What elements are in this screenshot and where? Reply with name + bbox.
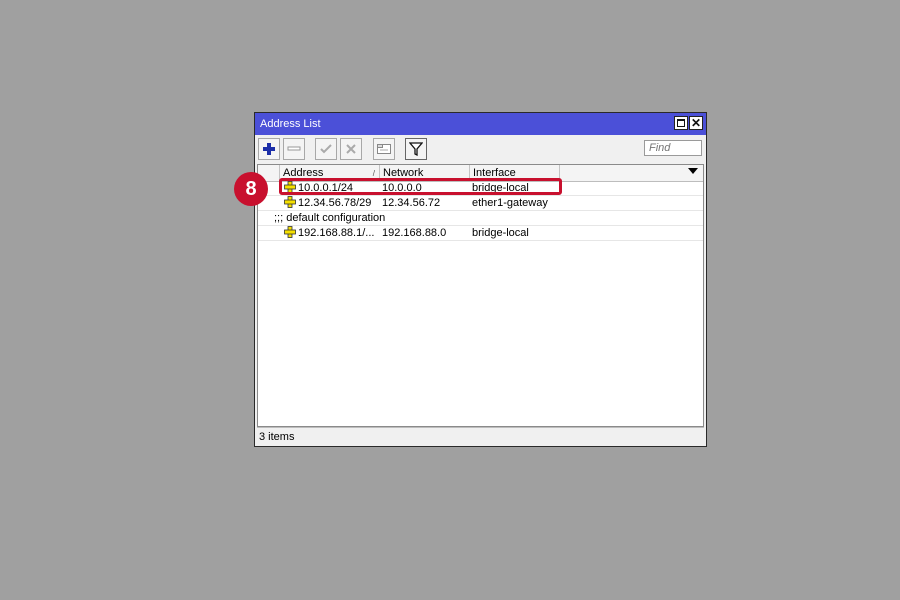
address-text: 12.34.56.78/29 (298, 197, 372, 209)
add-button[interactable] (258, 138, 280, 160)
comment-icon (377, 144, 391, 154)
row-highlight-box (279, 178, 562, 195)
address-list-window: Address List ✕ Find Address / Network In… (254, 112, 707, 447)
step-number-badge: 8 (234, 172, 268, 206)
window-title: Address List (260, 118, 321, 130)
maximize-icon[interactable] (674, 116, 688, 130)
filter-icon (409, 142, 423, 156)
interface-cell: bridge-local (472, 227, 529, 239)
disable-button[interactable] (340, 138, 362, 160)
remove-button[interactable] (283, 138, 305, 160)
column-menu-dropdown-icon[interactable] (688, 168, 698, 174)
comment-row[interactable]: ;;; default configuration (258, 211, 703, 226)
comment-button[interactable] (373, 138, 395, 160)
address-cell: 12.34.56.78/29 (282, 196, 379, 211)
item-count: 3 items (259, 431, 295, 443)
add-icon (263, 143, 275, 155)
network-cell: 12.34.56.72 (382, 197, 441, 209)
table-row[interactable]: 12.34.56.78/29 12.34.56.72 ether1-gatewa… (258, 196, 703, 211)
title-bar[interactable]: Address List ✕ (255, 113, 706, 135)
find-input[interactable] (644, 140, 702, 156)
interface-cell: ether1-gateway (472, 197, 548, 209)
close-icon[interactable]: ✕ (689, 116, 703, 130)
filter-button[interactable] (405, 138, 427, 160)
toolbar (255, 135, 706, 163)
check-icon (320, 144, 332, 154)
remove-icon (287, 146, 301, 151)
address-plus-icon (284, 226, 296, 238)
network-cell: 192.168.88.0 (382, 227, 447, 239)
address-plus-icon (284, 196, 296, 208)
address-text: 192.168.88.1/... (298, 227, 375, 239)
x-icon (346, 144, 356, 154)
address-cell: 192.168.88.1/... (282, 226, 379, 241)
enable-button[interactable] (315, 138, 337, 160)
status-bar: 3 items (257, 427, 704, 447)
table-row[interactable]: 192.168.88.1/... 192.168.88.0 bridge-loc… (258, 226, 703, 241)
address-table: Address / Network Interface 10.0.0.1/24 … (257, 164, 704, 427)
comment-text: ;;; default configuration (274, 212, 386, 224)
